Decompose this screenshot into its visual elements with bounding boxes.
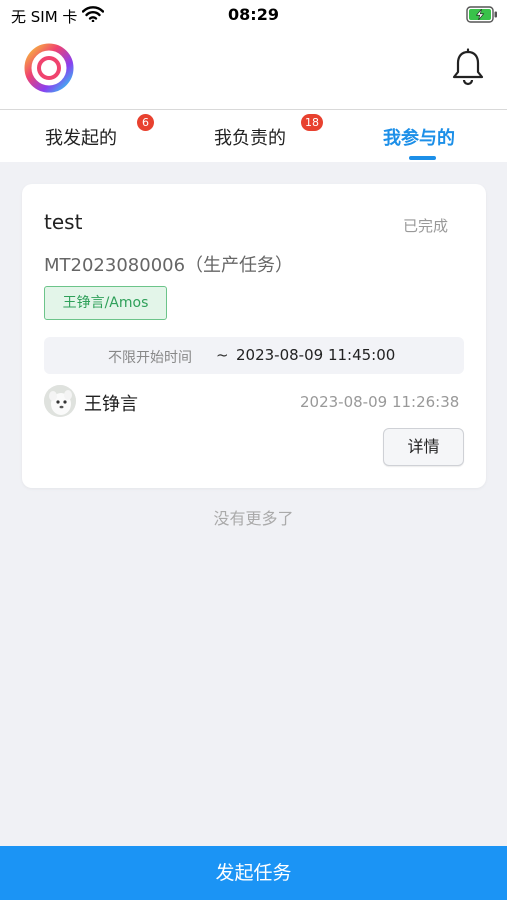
create-task-button[interactable]: 发起任务 (0, 846, 507, 900)
start-time: 不限开始时间 (108, 350, 192, 366)
battery-charging-icon (466, 6, 497, 23)
tab-participated[interactable]: 我参与的 (383, 124, 455, 150)
tab-bar: 我发起的 6 我负责的 18 我参与的 (0, 109, 507, 162)
app-header (0, 30, 507, 109)
assignee-tag: 王铮言/Amos (44, 286, 167, 320)
tab-responsible-label: 我负责的 (214, 128, 286, 149)
active-tab-indicator (409, 156, 436, 160)
task-code: MT2023080006（生产任务） (44, 255, 294, 276)
tab-initiated-label: 我发起的 (45, 128, 117, 149)
tab-initiated-badge: 6 (137, 114, 154, 131)
list-end-text: 没有更多了 (213, 509, 294, 528)
avatar (44, 385, 76, 417)
app-logo-icon (24, 43, 74, 93)
created-time: 2023-08-09 11:26:38 (300, 393, 460, 411)
bell-icon[interactable] (451, 48, 485, 86)
participant-name: 王铮言 (84, 394, 138, 415)
detail-button[interactable]: 详情 (383, 428, 464, 466)
tab-initiated[interactable]: 我发起的 (45, 124, 117, 150)
time-separator: ~ (216, 346, 229, 364)
status-bar: 无 SIM 卡 08:29 (0, 0, 507, 30)
time-range: 不限开始时间 ~ 2023-08-09 11:45:00 (44, 337, 464, 374)
tab-responsible[interactable]: 我负责的 (214, 124, 286, 150)
tab-responsible-badge: 18 (301, 114, 323, 131)
end-time: 2023-08-09 11:45:00 (236, 346, 396, 364)
task-title: test (44, 210, 83, 234)
task-status: 已完成 (403, 217, 449, 235)
tab-participated-label: 我参与的 (383, 128, 455, 149)
clock: 08:29 (228, 5, 279, 24)
task-card[interactable]: test 已完成 MT2023080006（生产任务） 王铮言/Amos 不限开… (22, 184, 486, 488)
